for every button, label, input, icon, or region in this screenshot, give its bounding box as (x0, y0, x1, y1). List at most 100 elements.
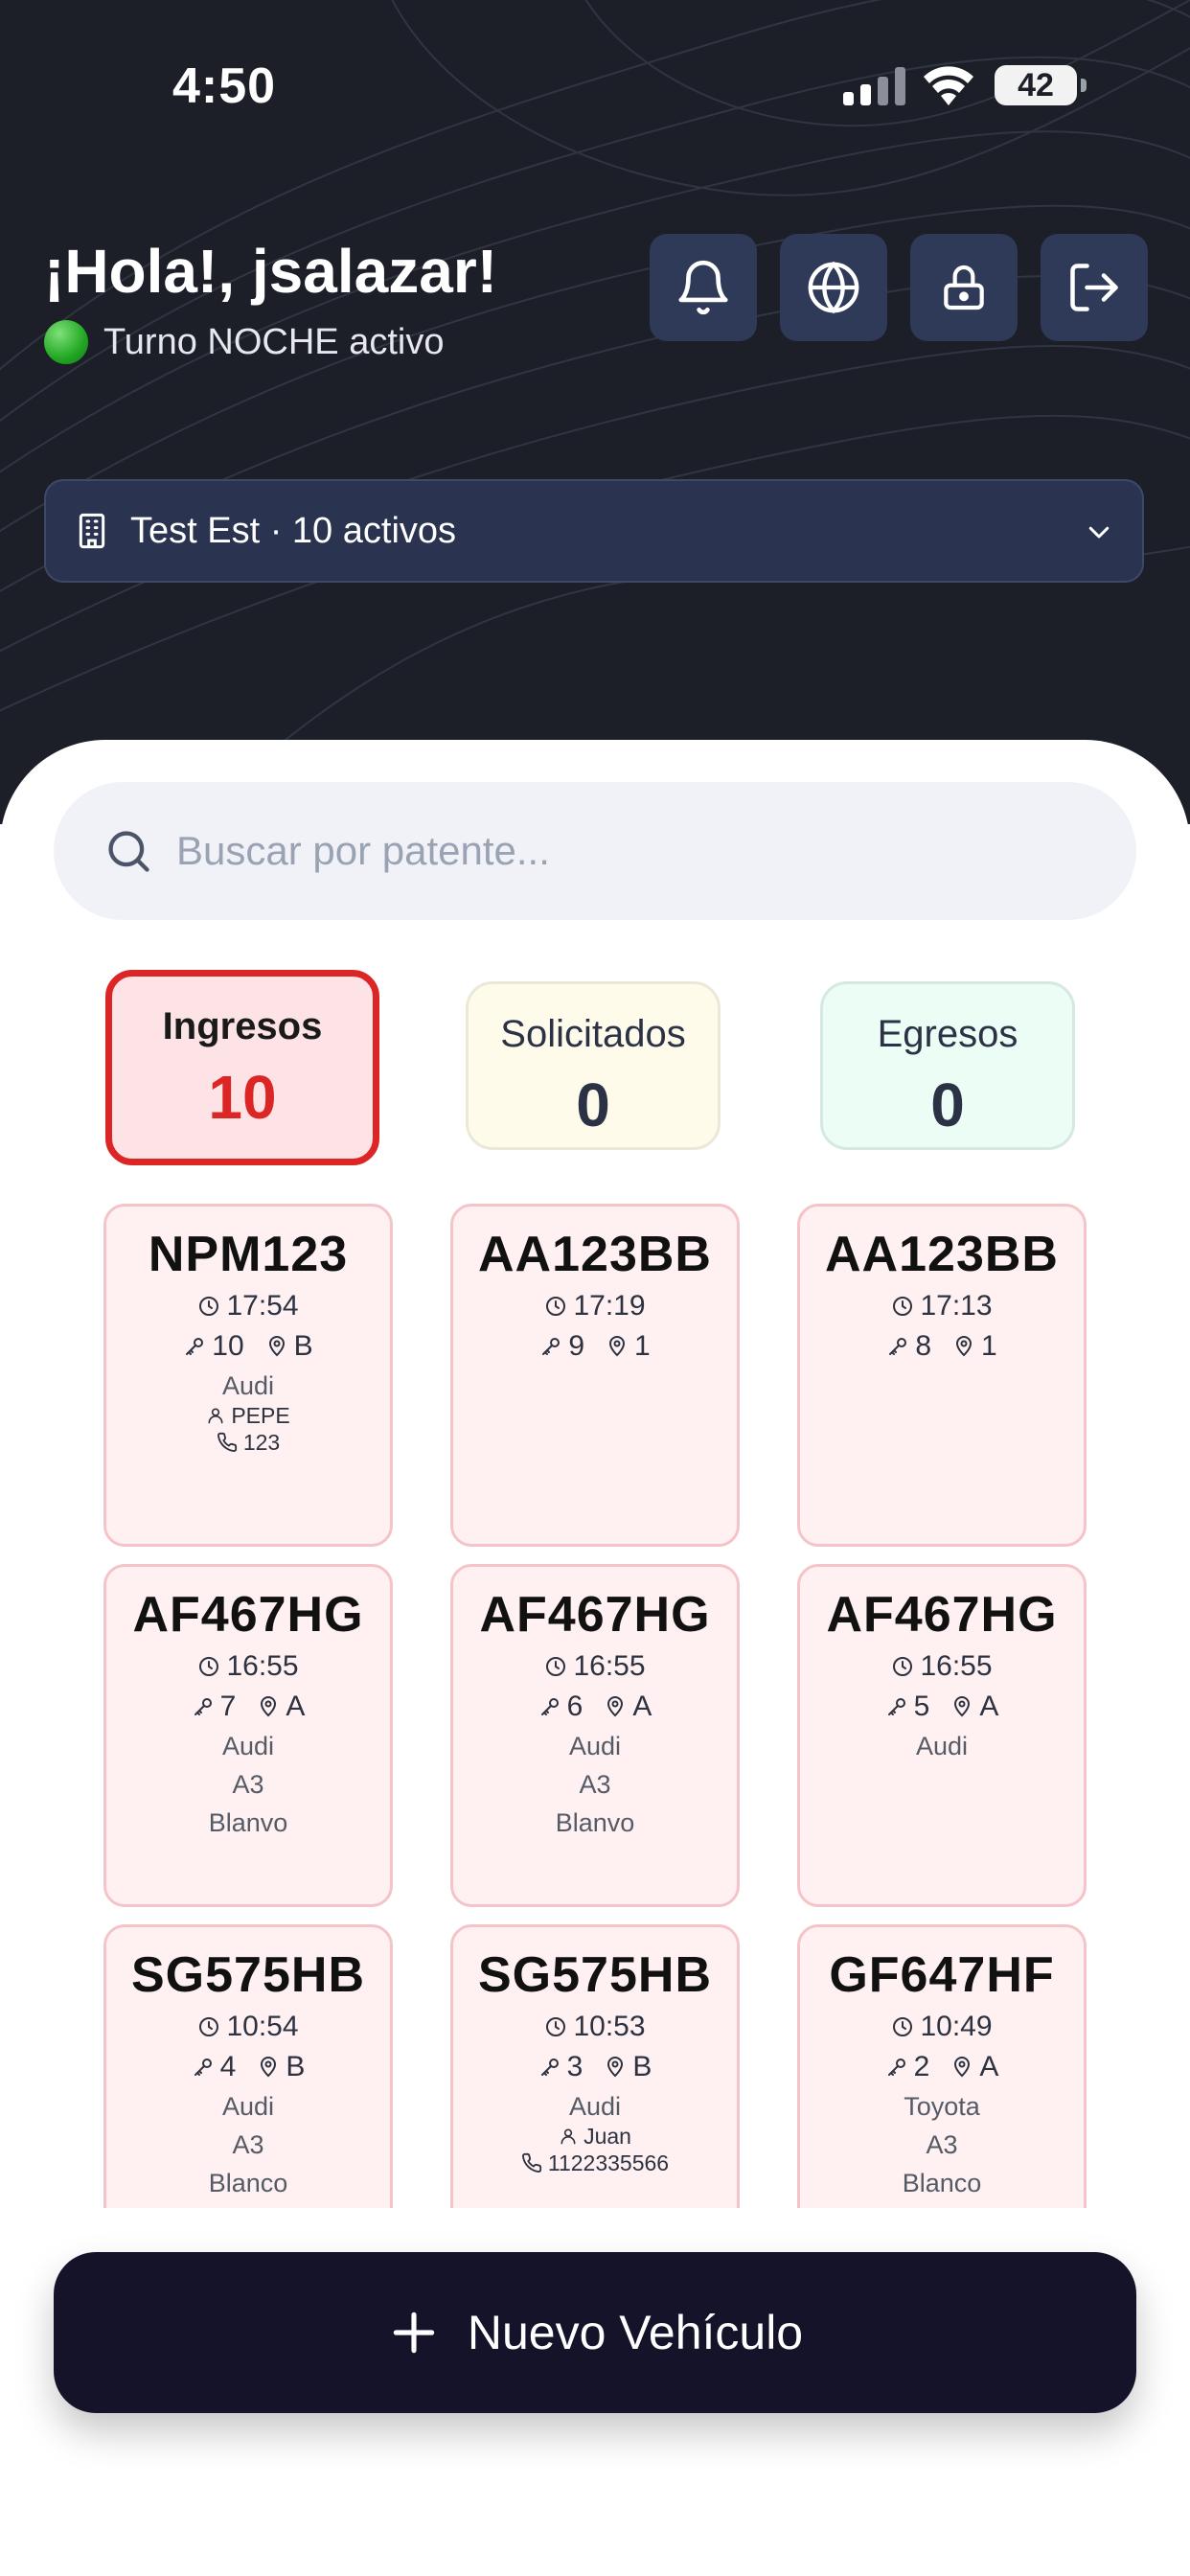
person-icon (561, 2128, 576, 2145)
counter-egresos[interactable]: Egresos 0 (820, 981, 1075, 1150)
key-spot-row: 7A (106, 1690, 390, 1724)
phone-row: 123 (106, 1429, 390, 1456)
entry-time-row: 10:49 (800, 2010, 1084, 2044)
vehicle-detail: Blanvo (208, 1808, 288, 1837)
vehicle-detail: Blanvo (555, 1808, 635, 1837)
key-icon (194, 1698, 212, 1715)
search-bar[interactable] (54, 782, 1136, 920)
location-pin-icon (954, 2057, 971, 2078)
chevron-down-icon (1088, 526, 1110, 539)
status-time: 4:50 (172, 58, 277, 114)
clock-icon (893, 1297, 913, 1316)
owner-name: Juan (584, 2123, 631, 2149)
key-icon (186, 1338, 204, 1355)
language-button[interactable] (780, 234, 887, 341)
location-pin-icon (954, 1696, 971, 1717)
clock-icon (199, 1297, 219, 1316)
clock-icon (546, 2017, 566, 2036)
clock-icon (893, 1657, 913, 1676)
vehicle-card[interactable]: AF467HG 16:55 6 A Audi A3 Blanvo (450, 1564, 740, 1907)
owner-phone: 1122335566 (547, 2150, 670, 2175)
globe-icon (808, 261, 859, 314)
key-icon (540, 1698, 559, 1715)
logout-button[interactable] (1041, 234, 1148, 341)
vehicle-detail: Audi (221, 2092, 275, 2121)
counter-value: 0 (930, 1070, 965, 1139)
lock-button[interactable] (910, 234, 1018, 341)
clock-icon (893, 2017, 913, 2036)
vehicle-card[interactable]: AF467HG 16:55 5 A Audi (797, 1564, 1087, 1907)
parking-spot: 1 (981, 1330, 997, 1362)
entry-time: 17:54 (226, 1290, 299, 1322)
entry-time: 16:55 (573, 1650, 646, 1682)
entry-time-row: 16:55 (800, 1649, 1084, 1684)
vehicle-detail: Blanco (208, 2169, 288, 2197)
location-pin-icon (261, 1696, 277, 1717)
vehicle-plate: SG575HB (131, 1947, 365, 2003)
key-spot-row: 10 B (106, 1329, 390, 1364)
phone-icon (521, 2152, 541, 2173)
entry-time-row: 16:55 (106, 1649, 390, 1684)
vehicle-plate: AF467HG (479, 1587, 711, 1643)
location-pin-icon (608, 1336, 626, 1357)
key-number: 2 (913, 2051, 930, 2082)
new-vehicle-label: Nuevo Vehículo (467, 2306, 804, 2359)
parking-spot: B (286, 2051, 306, 2082)
shift-label: Turno NOCHE activo (103, 321, 445, 362)
key-icon (194, 2058, 212, 2076)
search-input[interactable] (174, 827, 1041, 875)
clock-icon (199, 2017, 219, 2036)
vehicle-detail: A3 (926, 2130, 958, 2159)
vehicle-plate: GF647HF (829, 1947, 1055, 2003)
shift-status: Turno NOCHE activo (44, 320, 444, 364)
entry-time: 16:55 (920, 1650, 993, 1682)
key-number: 8 (915, 1330, 931, 1362)
entry-time: 10:49 (920, 2011, 993, 2042)
cellular-signal-icon (843, 67, 905, 105)
new-vehicle-button[interactable]: Nuevo Vehículo (54, 2252, 1136, 2413)
vehicle-detail: A3 (579, 1770, 611, 1799)
counter-ingresos[interactable]: Ingresos 10 (105, 970, 379, 1165)
logout-icon (1070, 264, 1118, 311)
parking-spot: A (979, 2051, 999, 2082)
entry-time-row: 17:54 (106, 1289, 390, 1323)
notifications-button[interactable] (650, 234, 757, 341)
owner-row: PEPE (106, 1402, 390, 1429)
location-pin-icon (955, 1336, 973, 1357)
owner-phone: 123 (242, 1429, 281, 1455)
status-bar: 4:50 42 (0, 0, 1190, 163)
vehicle-card[interactable]: AA123BB 17:19 9 1 (450, 1204, 740, 1547)
entry-time: 16:55 (226, 1650, 299, 1682)
building-icon (79, 513, 105, 549)
vehicle-detail: A3 (232, 1770, 264, 1799)
clock-icon (199, 1657, 219, 1676)
vehicle-card[interactable]: NPM123 17:54 10 B Audi PEPE 123 (103, 1204, 393, 1547)
owner-row: Juan (453, 2123, 737, 2150)
entry-time-row: 16:55 (453, 1649, 737, 1684)
lock-icon (944, 264, 984, 310)
vehicle-card[interactable]: AA123BB 17:13 8 1 (797, 1204, 1087, 1547)
search-icon (108, 831, 149, 872)
parking-spot: 1 (634, 1330, 651, 1362)
entry-time: 10:53 (573, 2011, 646, 2042)
owner-name: PEPE (231, 1402, 290, 1428)
vehicle-plate: AF467HG (826, 1587, 1058, 1643)
vehicle-detail: Audi (568, 2092, 622, 2121)
key-spot-row: 91 (453, 1329, 737, 1364)
person-icon (208, 1408, 223, 1424)
header: 4:50 42 ¡Hola!, jsalazar! Turno NOCHE ac… (0, 0, 1190, 824)
entry-time: 17:13 (920, 1290, 993, 1322)
location-selector[interactable]: Test Est · 10 activos (44, 479, 1144, 583)
counter-solicitados[interactable]: Solicitados 0 (466, 981, 721, 1150)
key-spot-row: 3B (453, 2050, 737, 2084)
vehicle-plate: AA123BB (825, 1227, 1059, 1282)
wifi-icon (924, 66, 973, 105)
clock-icon (546, 1657, 566, 1676)
entry-time-row: 17:19 (453, 1289, 737, 1323)
vehicle-detail: Audi (221, 1371, 275, 1400)
vehicle-card[interactable]: AF467HG 16:55 7 A Audi A3 Blanvo (103, 1564, 393, 1907)
vehicle-plate: AA123BB (478, 1227, 712, 1282)
location-pin-icon (261, 2057, 277, 2078)
phone-icon (217, 1432, 237, 1452)
selector-label: Test Est · 10 activos (130, 510, 457, 551)
